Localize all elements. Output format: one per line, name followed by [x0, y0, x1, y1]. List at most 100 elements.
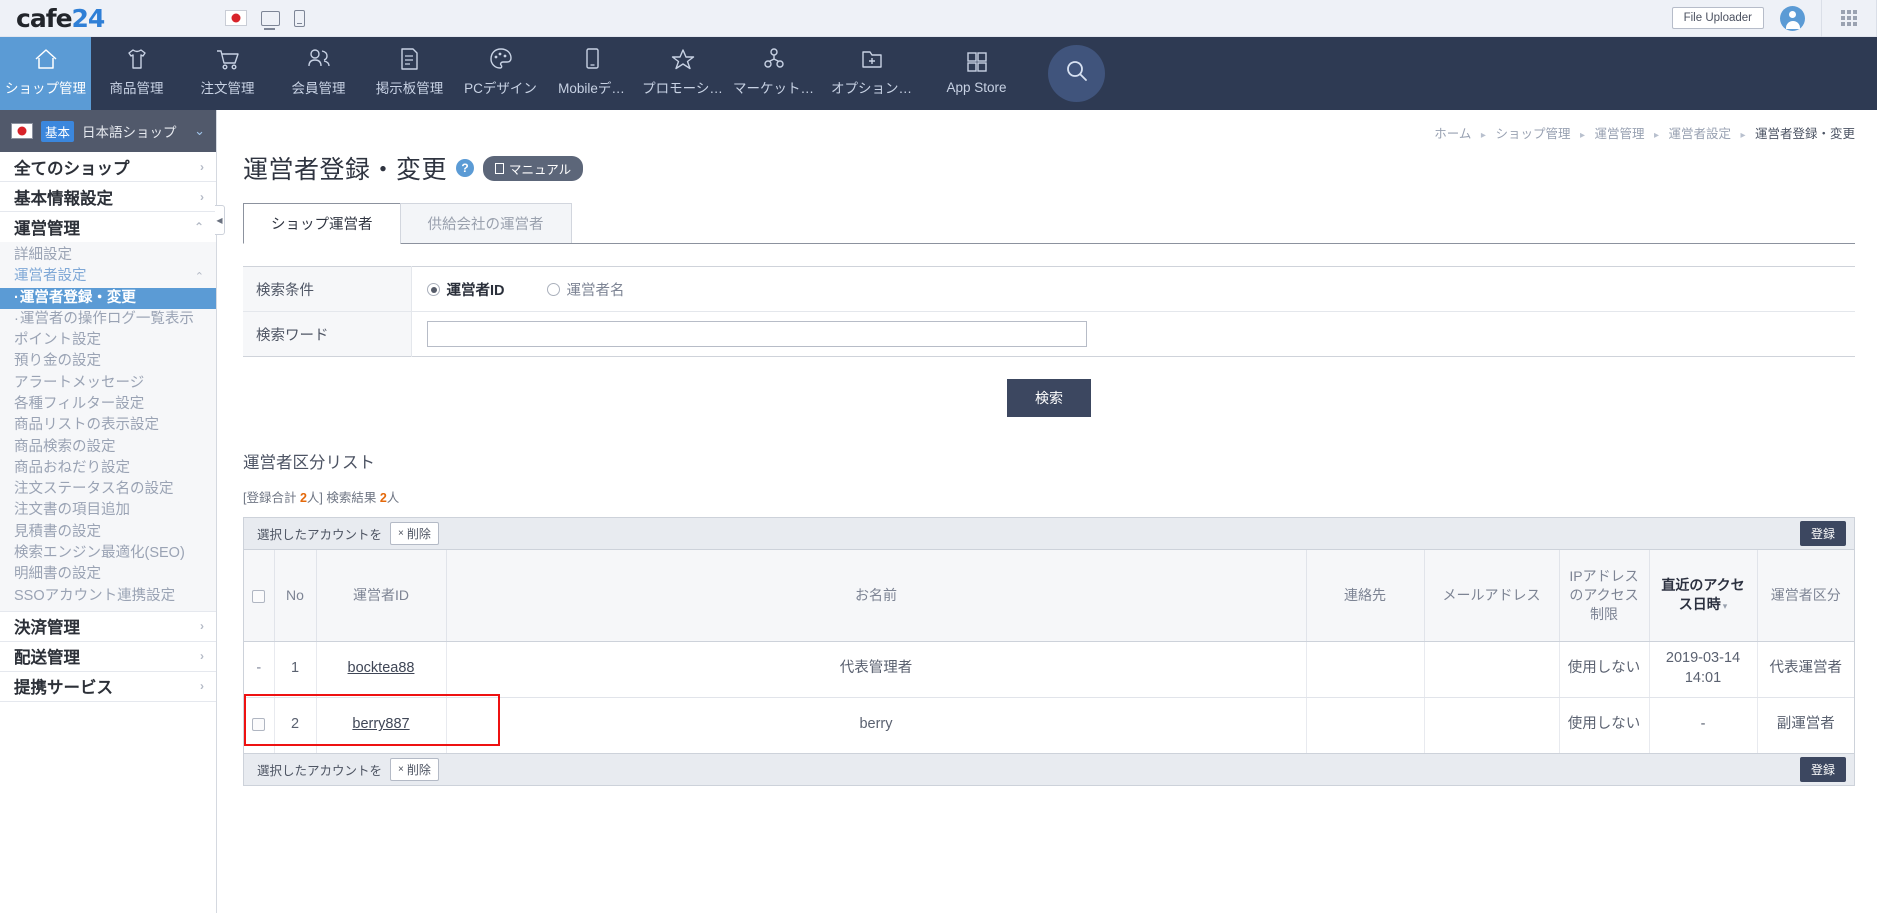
nav-search-button[interactable] — [1048, 45, 1105, 102]
sidebar-group-partner-service[interactable]: 提携サービス › — [0, 672, 216, 702]
tab-supplier-operator[interactable]: 供給会社の運営者 — [399, 203, 572, 243]
register-button-bottom[interactable]: 登録 — [1799, 757, 1846, 782]
sidebar-group-label: 配送管理 — [14, 649, 80, 668]
nav-item-member-management[interactable]: 会員管理 — [273, 37, 364, 110]
nav-item-board-management[interactable]: 掲示板管理 — [364, 37, 455, 110]
sidebar-group-label: 基本情報設定 — [14, 189, 113, 208]
sidebar-item-order-field-add[interactable]: 注文書の項目追加 — [0, 500, 216, 521]
nav-label: 商品管理 — [109, 81, 164, 96]
column-last-access[interactable]: 直近のアクセス日時 ▾ — [1649, 550, 1758, 642]
sidebar-item-label: 見積書の設定 — [14, 523, 101, 540]
sidebar-item-quotation-settings[interactable]: 見積書の設定 — [0, 522, 216, 543]
nav-label: マーケット… — [733, 81, 814, 96]
radio-operator-id[interactable]: 運営者ID — [426, 279, 505, 300]
row-email — [1424, 641, 1560, 698]
sidebar-item-statement-settings[interactable]: 明細書の設定 — [0, 564, 216, 585]
nav-item-promotion[interactable]: プロモーシ… — [637, 37, 728, 110]
nav-item-option[interactable]: オプション… — [819, 37, 924, 110]
sidebar-submenu: 詳細設定 運営者設定 ⌃ 運営者登録・変更 運営者の操作ログ一覧表示 ポイント設定… — [0, 242, 216, 612]
manual-button[interactable]: マニュアル — [483, 155, 584, 181]
sidebar-group-basic-info[interactable]: 基本情報設定 › — [0, 182, 216, 212]
breadcrumb-item-operator-settings[interactable]: 運営者設定 — [1668, 127, 1731, 141]
radio-operator-name[interactable]: 運営者名 — [546, 279, 625, 300]
sidebar-item-deposit-settings[interactable]: 預り金の設定 — [0, 351, 216, 372]
count-mid: 人] 検索結果 — [306, 491, 380, 505]
column-email: メールアドレス — [1424, 550, 1560, 642]
sidebar-item-operator-log[interactable]: 運営者の操作ログ一覧表示 — [0, 309, 216, 330]
search-input[interactable] — [426, 321, 1087, 347]
radio-label: 運営者名 — [566, 282, 625, 299]
sidebar-item-product-request-settings[interactable]: 商品おねだり設定 — [0, 458, 216, 479]
jp-flag-icon[interactable] — [225, 10, 247, 26]
body-wrapper: 基本 日本語ショップ ⌄ 全てのショップ › 基本情報設定 › 運営管理 ⌃ 詳… — [0, 110, 1877, 913]
sidebar-item-label: 運営者登録・変更 — [19, 289, 136, 306]
row-email — [1424, 697, 1560, 753]
nav-item-mobile-design[interactable]: Mobileデ… — [546, 37, 637, 110]
sidebar-item-label: ポイント設定 — [14, 332, 101, 349]
column-contact: 連絡先 — [1306, 550, 1425, 642]
row-select-cell[interactable] — [244, 697, 275, 753]
nav-item-app-store[interactable]: App Store — [924, 37, 1029, 110]
sidebar-item-alert-message[interactable]: アラートメッセージ — [0, 373, 216, 394]
table-body: - 1 bocktea88 代表管理者 使用しない 2019-03-14 14:… — [244, 641, 1854, 753]
column-operator-division: 運営者区分 — [1757, 550, 1854, 642]
shop-selector[interactable]: 基本 日本語ショップ ⌄ — [0, 110, 216, 152]
sidebar-item-detail-settings[interactable]: 詳細設定 — [0, 245, 216, 266]
sidebar-group-payment-management[interactable]: 決済管理 › — [0, 612, 216, 642]
sidebar-item-order-status-name[interactable]: 注文ステータス名の設定 — [0, 479, 216, 500]
checkbox-icon[interactable] — [252, 589, 266, 603]
breadcrumb-item-operation-management[interactable]: 運営管理 — [1594, 127, 1644, 141]
delete-button-bottom[interactable]: × 削除 — [390, 758, 439, 781]
row-checkbox[interactable] — [252, 718, 266, 732]
breadcrumb-item-shop-management[interactable]: ショップ管理 — [1495, 127, 1570, 141]
search-button[interactable]: 検索 — [1007, 379, 1091, 417]
sidebar-item-operator-settings[interactable]: 運営者設定 ⌃ — [0, 266, 216, 287]
operator-id-link[interactable]: berry887 — [352, 716, 409, 732]
sidebar-group-delivery-management[interactable]: 配送管理 › — [0, 642, 216, 672]
nav-item-order-management[interactable]: 注文管理 — [182, 37, 273, 110]
document-icon — [495, 162, 505, 174]
nav-item-product-management[interactable]: 商品管理 — [91, 37, 182, 110]
avatar[interactable] — [1780, 5, 1805, 31]
help-icon[interactable]: ? — [456, 159, 475, 177]
delete-button-top[interactable]: × 削除 — [390, 522, 439, 545]
manual-label: マニュアル — [509, 162, 572, 177]
sidebar-item-product-list-display[interactable]: 商品リストの表示設定 — [0, 415, 216, 436]
monitor-icon[interactable] — [261, 10, 280, 30]
sidebar-collapse-toggle[interactable]: ◀ — [215, 205, 225, 235]
apps-grid-button[interactable] — [1821, 0, 1877, 37]
network-icon — [762, 46, 786, 72]
sidebar-group-label: 提携サービス — [14, 679, 113, 698]
cafe24-logo[interactable]: cafe24 — [16, 3, 106, 33]
tshirt-icon — [125, 46, 149, 72]
sidebar-item-seo[interactable]: 検索エンジン最適化(SEO) — [0, 543, 216, 564]
sidebar-item-product-search-settings[interactable]: 商品検索の設定 — [0, 437, 216, 458]
row-operator-division: 代表運営者 — [1757, 641, 1854, 698]
sidebar-item-point-settings[interactable]: ポイント設定 — [0, 330, 216, 351]
nav-label: 会員管理 — [291, 81, 346, 96]
sidebar-item-operator-register[interactable]: 運営者登録・変更 — [0, 287, 216, 309]
logo-text-accent: 24 — [71, 3, 106, 33]
sidebar-group-all-shops[interactable]: 全てのショップ › — [0, 152, 216, 182]
nav-item-shop-management[interactable]: ショップ管理 — [0, 37, 91, 110]
tab-bar: ショップ運営者 供給会社の運営者 — [243, 203, 1855, 244]
sidebar-item-filter-settings[interactable]: 各種フィルター設定 — [0, 394, 216, 415]
radio-label: 運営者ID — [446, 282, 505, 299]
column-select-all[interactable] — [244, 550, 275, 642]
register-button-top[interactable]: 登録 — [1799, 521, 1846, 546]
tab-shop-operator[interactable]: ショップ運営者 — [243, 203, 401, 244]
table-row[interactable]: - 1 bocktea88 代表管理者 使用しない 2019-03-14 14:… — [244, 641, 1854, 698]
sidebar-group-operation-management[interactable]: 運営管理 ⌃ — [0, 212, 216, 242]
file-uploader-button[interactable]: File Uploader — [1671, 7, 1764, 29]
table-row[interactable]: 2 berry887 berry 使用しない - 副運営者 — [244, 697, 1854, 753]
selected-account-label: 選択したアカウントを — [257, 528, 383, 542]
row-no: 1 — [274, 641, 317, 698]
count-prefix: [登録合計 — [243, 491, 300, 505]
nav-item-market[interactable]: マーケット… — [728, 37, 819, 110]
row-select-cell: - — [244, 641, 275, 698]
mobile-icon[interactable] — [294, 9, 305, 27]
sidebar-item-sso-account[interactable]: SSOアカウント連携設定 — [0, 586, 216, 607]
nav-item-pc-design[interactable]: PCデザイン — [455, 37, 546, 110]
breadcrumb-item-home[interactable]: ホーム — [1434, 127, 1471, 141]
operator-id-link[interactable]: bocktea88 — [348, 660, 415, 676]
